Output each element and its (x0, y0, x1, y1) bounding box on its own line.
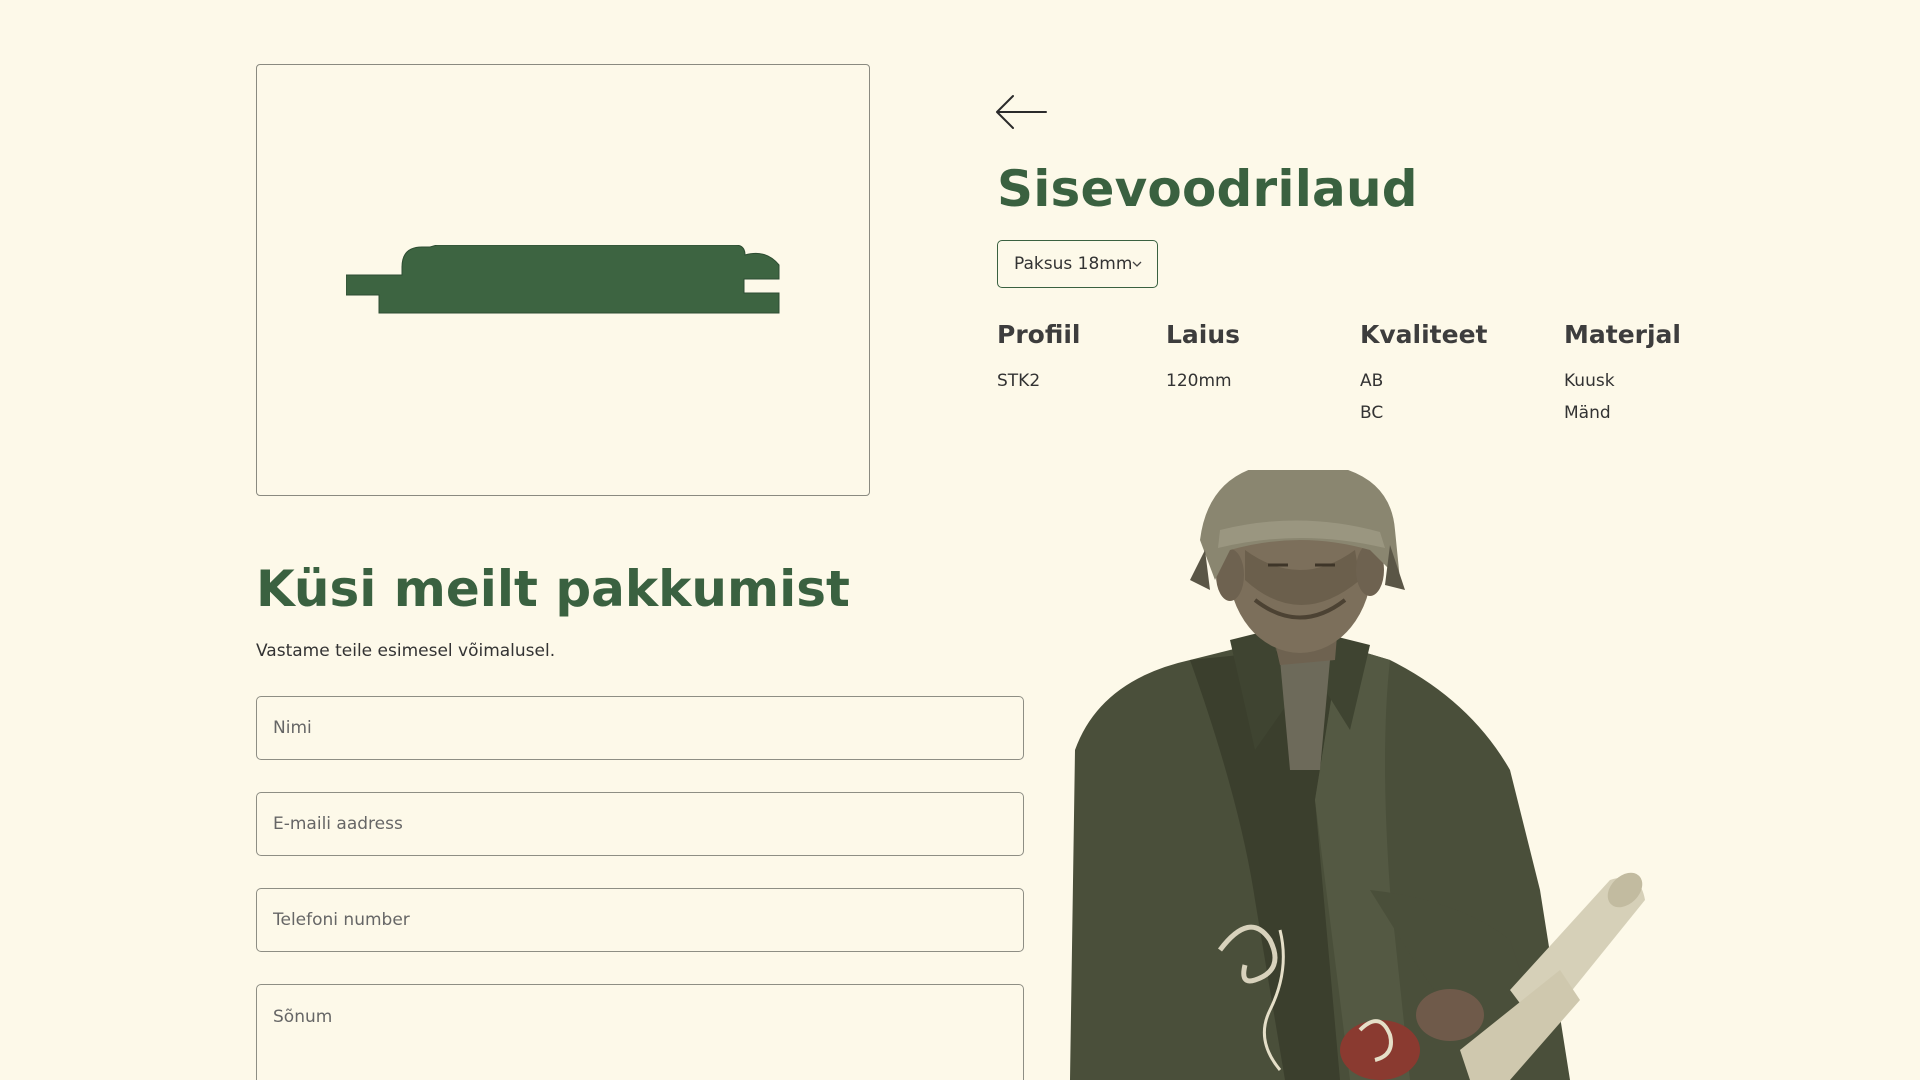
spec-heading: Kvaliteet (1360, 320, 1488, 349)
spec-value: STK2 (997, 371, 1041, 391)
thickness-select[interactable]: Paksus 18mm (997, 240, 1158, 288)
product-title: Sisevoodrilaud (997, 160, 1418, 218)
quote-title: Küsi meilt pakkumist (256, 560, 850, 618)
chevron-down-icon (1132, 261, 1142, 267)
quote-subtitle: Vastame teile esimesel võimalusel. (256, 641, 556, 661)
spec-value: BC (1360, 403, 1384, 423)
name-field[interactable] (256, 696, 1024, 760)
product-page: Sisevoodrilaud Paksus 18mm Profiil STK2 … (0, 0, 1920, 1080)
spec-heading: Materjal (1564, 320, 1681, 349)
spec-kvaliteet: Kvaliteet AB BC (1360, 320, 1488, 429)
spec-value: 120mm (1166, 371, 1232, 391)
spec-value: AB (1360, 371, 1384, 391)
spec-materjal: Materjal Kuusk Mänd (1564, 320, 1681, 429)
message-field[interactable] (256, 984, 1024, 1080)
back-arrow-icon[interactable] (994, 92, 1048, 132)
spec-profiil: Profiil STK2 (997, 320, 1081, 397)
thickness-select-value: Paksus 18mm (1014, 254, 1133, 274)
email-field[interactable] (256, 792, 1024, 856)
profile-image-box (256, 64, 870, 496)
spec-value: Kuusk (1564, 371, 1615, 391)
spec-value: Mänd (1564, 403, 1611, 423)
woodworker-photo (1070, 470, 1645, 1080)
phone-field[interactable] (256, 888, 1024, 952)
spec-laius: Laius 120mm (1166, 320, 1240, 397)
spec-heading: Laius (1166, 320, 1241, 349)
board-profile-image (346, 245, 780, 314)
spec-heading: Profiil (997, 320, 1081, 349)
